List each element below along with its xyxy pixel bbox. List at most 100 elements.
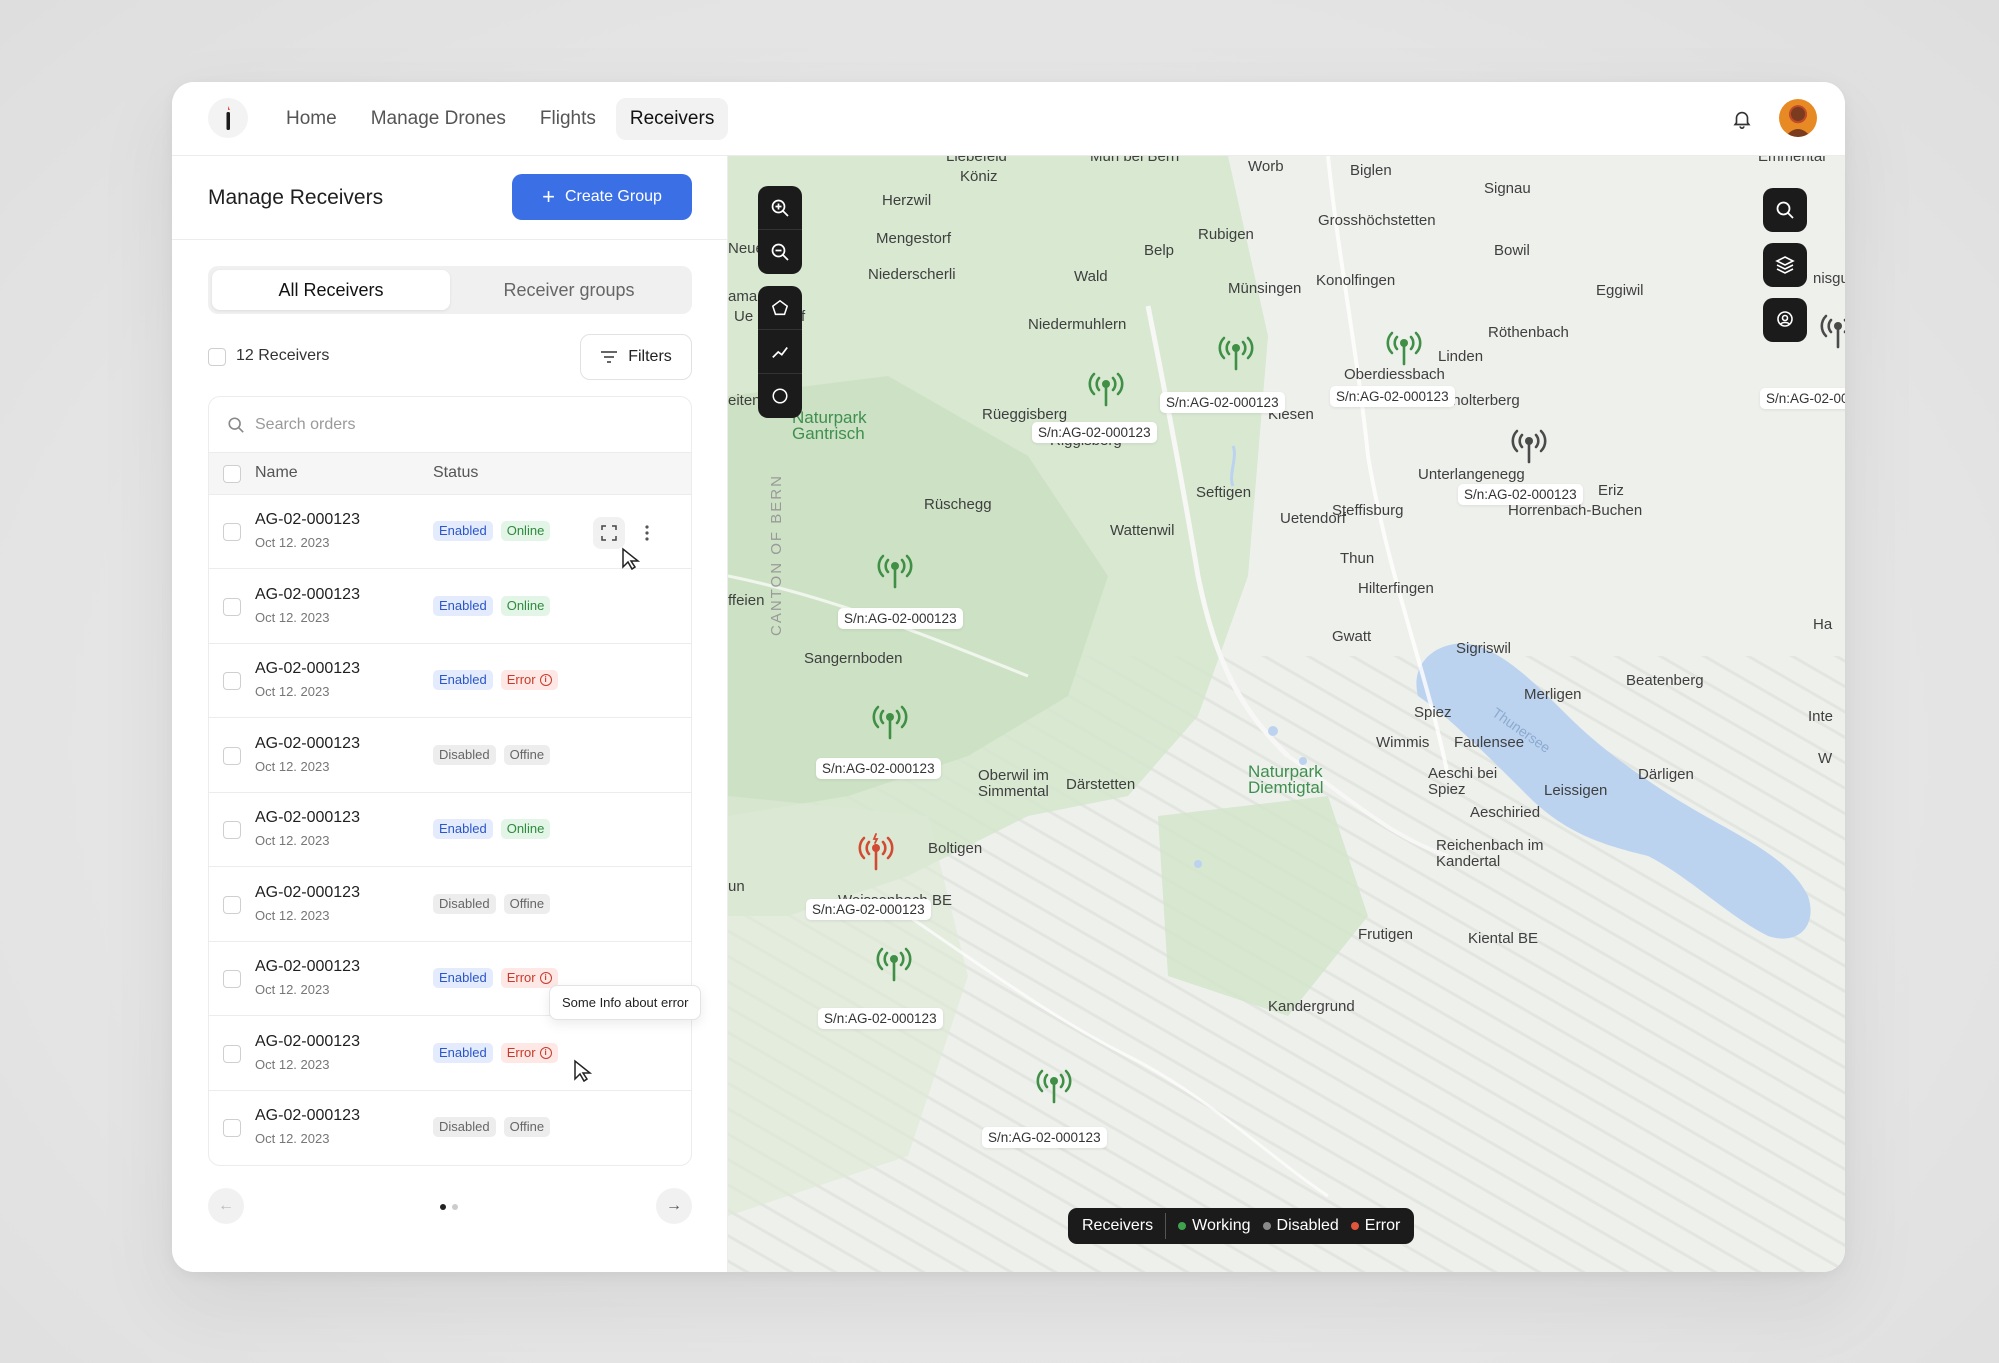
plus-icon: + (542, 184, 555, 209)
page-dot[interactable] (440, 1204, 446, 1210)
app-logo[interactable] (208, 98, 248, 138)
table-row[interactable]: AG-02-000123 Oct 12. 2023 Enabled Error i (209, 1017, 691, 1091)
receiver-antenna-icon[interactable] (1818, 311, 1845, 351)
receiver-antenna-icon[interactable] (874, 944, 914, 984)
map-place-label: Naturpark Diemtigtal (1248, 762, 1324, 797)
receiver-date: Oct 12. 2023 (255, 758, 330, 774)
circle-icon (772, 388, 788, 404)
page-dot[interactable] (452, 1204, 458, 1210)
connection-label: Error (506, 1044, 536, 1060)
legend-item-disabled[interactable]: Disabled (1262, 1217, 1339, 1235)
receiver-antenna-icon[interactable] (1509, 426, 1549, 466)
table-row[interactable]: AG-02-000123 Oct 12. 2023 Enabled Error i (209, 644, 691, 718)
table-row[interactable]: AG-02-000123 Oct 12. 2023 Disabled Offine (209, 868, 691, 942)
zoom-in-button[interactable] (758, 186, 802, 230)
create-group-button[interactable]: + Create Group (512, 174, 692, 220)
prev-page-button[interactable]: ← (208, 1188, 244, 1224)
legend-title: Receivers (1082, 1217, 1154, 1234)
table-row[interactable]: AG-02-000123 Oct 12. 2023 Enabled Online (209, 570, 691, 644)
column-name: Name (255, 464, 298, 481)
search-input[interactable] (255, 413, 655, 437)
connection-badge: Offine (503, 1117, 551, 1137)
row-checkbox[interactable] (223, 523, 241, 541)
row-checkbox[interactable] (223, 821, 241, 839)
row-actions (593, 517, 659, 549)
receiver-antenna-icon[interactable] (875, 551, 915, 591)
zoom-out-button[interactable] (758, 230, 802, 274)
tab-all-receivers[interactable]: All Receivers (212, 270, 450, 310)
table-row[interactable]: AG-02-000123 Oct 12. 2023 Disabled Offine (209, 1091, 691, 1165)
more-options-button[interactable] (635, 517, 659, 549)
table-row[interactable]: AG-02-000123 Oct 12. 2023 Disabled Offine (209, 719, 691, 793)
mouse-cursor-icon (574, 1059, 593, 1083)
receiver-antenna-icon[interactable] (856, 833, 896, 873)
tab-receiver-groups[interactable]: Receiver groups (450, 270, 688, 310)
header-checkbox[interactable] (223, 465, 241, 483)
map-place-label: Ue (734, 308, 754, 325)
error-tooltip: Some Info about error (549, 985, 702, 1020)
receiver-date: Oct 12. 2023 (255, 1056, 330, 1072)
receiver-name: AG-02-000123 (255, 1032, 360, 1050)
panel-header: Manage Receivers + Create Group (172, 156, 727, 240)
layers-icon (1775, 256, 1795, 274)
bell-icon[interactable] (1731, 108, 1753, 130)
nav-receivers[interactable]: Receivers (615, 98, 729, 140)
table-row[interactable]: AG-02-000123 Oct 12. 2023 Enabled Online (209, 793, 691, 867)
nav-flights[interactable]: Flights (526, 98, 610, 140)
layers-button[interactable] (1763, 243, 1807, 287)
page-title: Manage Receivers (208, 186, 384, 209)
map-place-label: Inte (1808, 708, 1834, 725)
nav-manage-drones[interactable]: Manage Drones (357, 98, 520, 140)
status-badges: Enabled Online (433, 521, 551, 541)
info-icon[interactable]: i (539, 1046, 552, 1059)
info-icon[interactable]: i (539, 972, 552, 984)
map-place-label: Röthenbach (1488, 324, 1569, 341)
connection-badge: Error i (500, 968, 558, 988)
map-place-label: Worb (1248, 158, 1284, 175)
receiver-date: Oct 12. 2023 (255, 833, 330, 848)
polygon-tool-button[interactable] (758, 286, 802, 330)
info-icon[interactable]: i (539, 674, 552, 686)
next-page-button[interactable]: → (656, 1188, 692, 1224)
row-checkbox[interactable] (223, 970, 241, 988)
legend-item-working[interactable]: Working (1178, 1217, 1251, 1235)
table-row[interactable]: AG-02-000123 Oct 12. 2023 Enabled Online (209, 495, 691, 569)
map-place-label: Thun (1340, 550, 1375, 567)
receiver-antenna-icon[interactable] (870, 702, 910, 742)
map-place-label: Köniz (960, 168, 998, 185)
circle-tool-button[interactable] (758, 374, 802, 418)
map-place-label: Eggiwil (1596, 282, 1644, 299)
map-search-button[interactable] (1763, 188, 1807, 232)
status-badges: Disabled Offine (433, 1117, 551, 1137)
row-checkbox[interactable] (223, 1119, 241, 1137)
locate-button[interactable] (1763, 298, 1807, 342)
filters-label: Filters (628, 348, 672, 365)
filters-button[interactable]: Filters (580, 334, 692, 380)
select-all-checkbox[interactable] (208, 348, 226, 366)
row-checkbox[interactable] (223, 597, 241, 616)
receiver-antenna-icon[interactable] (1086, 369, 1126, 409)
connection-label: Offine (509, 746, 545, 762)
expand-button[interactable] (593, 517, 625, 549)
nav-home[interactable]: Home (272, 98, 351, 140)
row-checkbox[interactable] (223, 895, 241, 914)
receiver-antenna-icon[interactable] (1216, 333, 1256, 373)
legend-item-error[interactable]: Error (1350, 1217, 1400, 1235)
status-badges: Enabled Error i (433, 968, 558, 988)
receiver-serial-label: S/n:AG-02-000123 (818, 1008, 943, 1029)
row-checkbox[interactable] (223, 672, 241, 690)
search-bar (209, 397, 691, 453)
map-place-label: Därstetten (1066, 776, 1136, 793)
avatar[interactable] (1779, 99, 1817, 137)
map-place-label: Merligen (1524, 686, 1582, 703)
map-view[interactable]: Liebefeld Köniz Muri bei Bern Worb Biglen Sig… (728, 156, 1845, 1272)
line-chart-icon (772, 346, 788, 358)
row-checkbox[interactable] (223, 746, 241, 765)
line-tool-button[interactable] (758, 330, 802, 374)
map-place-label: Münsingen (1228, 280, 1302, 297)
zoom-out-icon (771, 243, 789, 261)
receiver-antenna-icon[interactable] (1034, 1066, 1074, 1106)
pagination: ← → (208, 1184, 692, 1224)
row-checkbox[interactable] (223, 1044, 241, 1063)
receiver-antenna-icon[interactable] (1384, 328, 1424, 368)
